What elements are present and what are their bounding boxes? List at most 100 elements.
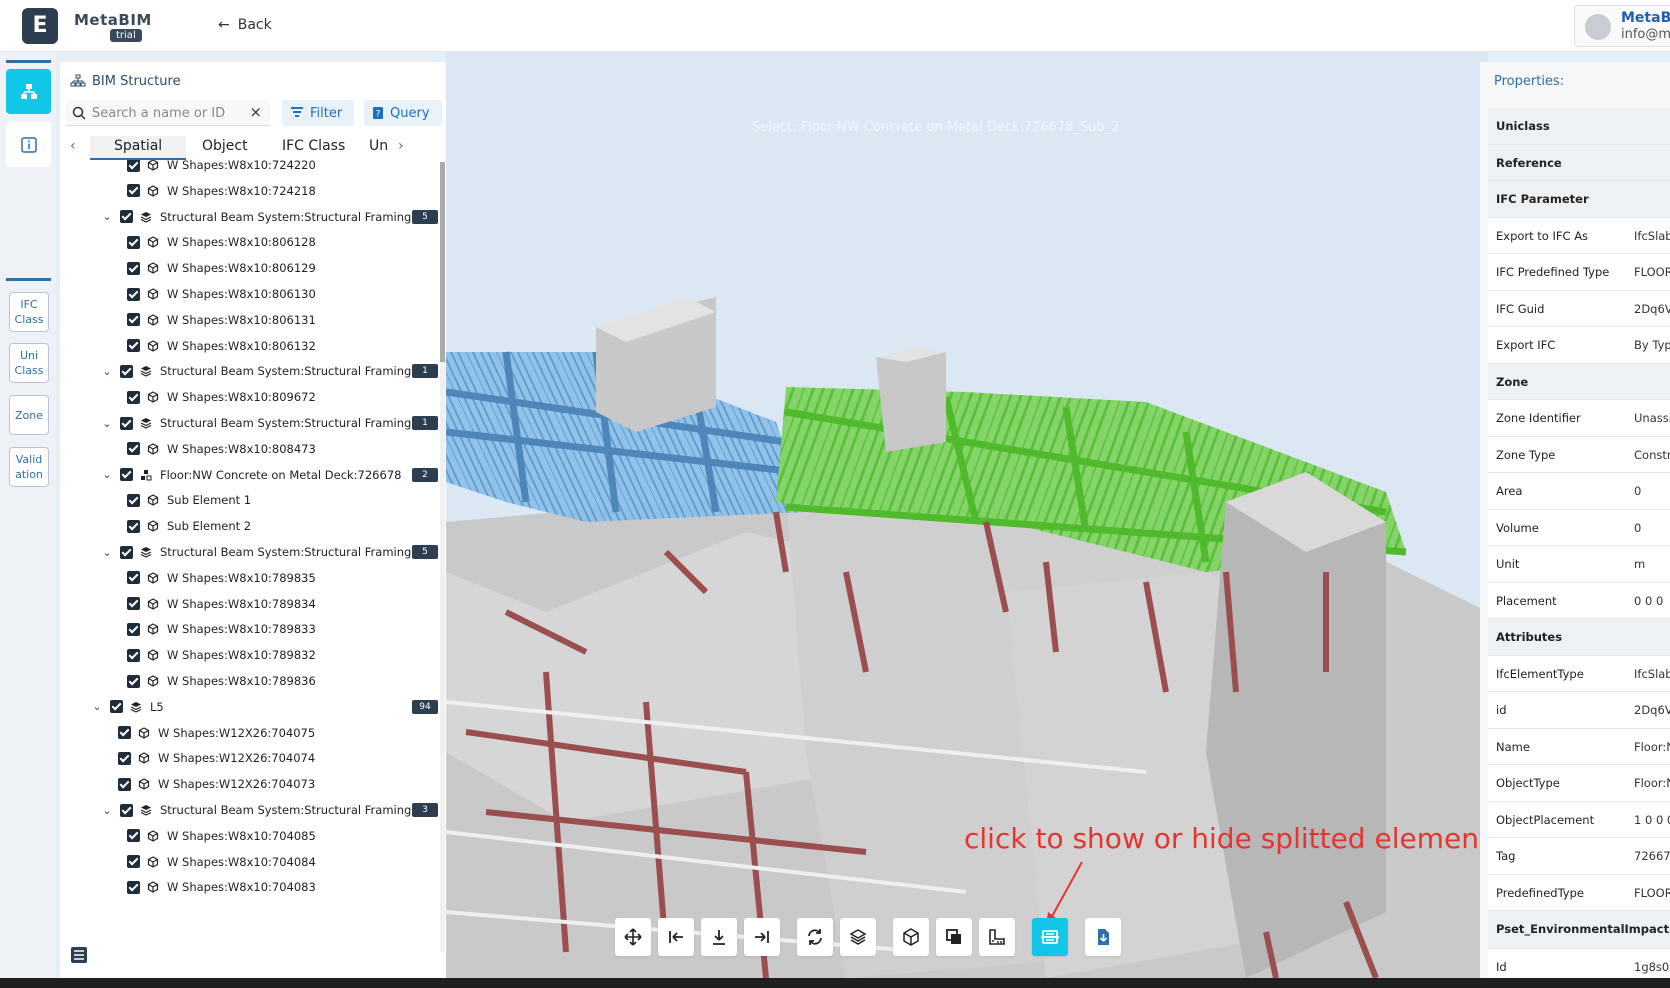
chevron-down-icon[interactable]: ⌄ — [100, 210, 114, 223]
checkbox[interactable] — [110, 700, 123, 714]
ruler-button[interactable] — [979, 918, 1015, 956]
tree-row[interactable]: W Shapes:W12X26:704074 — [118, 745, 438, 771]
checkbox[interactable] — [120, 468, 133, 482]
checkbox[interactable] — [127, 184, 140, 198]
move-button[interactable] — [615, 918, 651, 956]
checkbox[interactable] — [127, 571, 140, 585]
checkbox[interactable] — [118, 726, 131, 740]
property-section-header[interactable]: Pset_EnvironmentalImpactIndicators — [1488, 911, 1670, 949]
tree-row[interactable]: ⌄ Structural Beam System:Structural Frami… — [100, 539, 438, 565]
tab-object[interactable]: Object — [202, 138, 248, 154]
chevron-right-icon[interactable]: › — [398, 138, 404, 154]
logo-icon[interactable]: E — [22, 8, 58, 44]
chevron-down-icon[interactable]: ⌄ — [100, 417, 114, 430]
tree-row[interactable]: ⌄ Floor:NW Concrete on Metal Deck:726678 2 — [100, 462, 438, 488]
tree-row[interactable]: ⌄ Structural Beam System:Structural Frami… — [100, 797, 438, 823]
uni-class-rail-button[interactable]: Uni Class — [9, 343, 49, 383]
tree-scrollbar[interactable] — [440, 162, 445, 952]
checkbox[interactable] — [127, 313, 140, 327]
tree-row[interactable]: W Shapes:W8x10:789836 — [127, 668, 438, 694]
tree-row[interactable]: W Shapes:W8x10:806128 — [127, 229, 438, 255]
checkbox[interactable] — [127, 880, 140, 894]
property-section-header[interactable]: Uniclass — [1488, 108, 1670, 145]
tree-row[interactable]: W Shapes:W8x10:809672 — [127, 384, 438, 410]
layers-button[interactable] — [840, 918, 876, 956]
user-menu[interactable]: MetaBIM info@me — [1574, 5, 1670, 47]
property-section-header[interactable]: Reference — [1488, 144, 1670, 181]
info-rail-button[interactable] — [6, 122, 51, 167]
copy-button[interactable] — [936, 918, 972, 956]
chevron-down-icon[interactable]: ⌄ — [100, 365, 114, 378]
tree-row[interactable]: W Shapes:W8x10:789835 — [127, 565, 438, 591]
checkbox[interactable] — [127, 829, 140, 843]
tree-row[interactable]: W Shapes:W8x10:724218 — [127, 178, 438, 204]
back-button[interactable]: ← Back — [218, 17, 272, 33]
checkbox[interactable] — [127, 622, 140, 636]
tree-row[interactable]: W Shapes:W8x10:806132 — [127, 333, 438, 359]
chevron-down-icon[interactable]: ⌄ — [100, 546, 114, 559]
chevron-down-icon[interactable]: ⌄ — [100, 804, 114, 817]
property-section-header[interactable]: Attributes — [1488, 619, 1670, 656]
zone-rail-button[interactable]: Zone — [9, 395, 49, 435]
checkbox[interactable] — [127, 287, 140, 301]
tree-row[interactable]: W Shapes:W8x10:704085 — [127, 823, 438, 849]
tree-row[interactable]: W Shapes:W8x10:806130 — [127, 281, 438, 307]
search-input[interactable]: Search a name or ID × — [66, 100, 270, 126]
tree-row[interactable]: Sub Element 2 — [127, 513, 438, 539]
tree-row[interactable]: W Shapes:W8x10:704084 — [127, 849, 438, 875]
checkbox[interactable] — [120, 545, 133, 559]
clear-icon[interactable]: × — [249, 103, 262, 121]
tree-row[interactable]: W Shapes:W8x10:808473 — [127, 436, 438, 462]
checkbox[interactable] — [127, 390, 140, 404]
checkbox[interactable] — [127, 493, 140, 507]
tab-uniclass[interactable]: Un — [369, 138, 388, 154]
checkbox[interactable] — [118, 777, 131, 791]
property-section-header[interactable]: IFC Parameter — [1488, 181, 1670, 218]
tree-row[interactable]: ⌄ L5 94 — [90, 694, 438, 720]
first-button[interactable] — [658, 918, 694, 956]
checkbox[interactable] — [127, 442, 140, 456]
chevron-down-icon[interactable]: ⌄ — [100, 468, 114, 481]
cube-view-button[interactable] — [893, 918, 929, 956]
3d-viewer[interactable]: Select: Floor:NW Concrete on Metal Deck:… — [446, 52, 1488, 978]
checkbox[interactable] — [120, 210, 133, 224]
refresh-button[interactable] — [797, 918, 833, 956]
query-button[interactable]: ? Query — [364, 100, 442, 126]
checkbox[interactable] — [127, 674, 140, 688]
filter-button[interactable]: Filter — [282, 100, 354, 126]
checkbox[interactable] — [127, 339, 140, 353]
checkbox[interactable] — [120, 364, 133, 378]
tree-row[interactable]: W Shapes:W12X26:704075 — [118, 720, 438, 746]
tree-row[interactable]: W Shapes:W8x10:724220 — [127, 160, 438, 178]
tab-ifc-class[interactable]: IFC Class — [282, 138, 345, 154]
checkbox[interactable] — [118, 751, 131, 765]
checkbox[interactable] — [127, 597, 140, 611]
tree-row[interactable]: W Shapes:W8x10:789832 — [127, 642, 438, 668]
tree-row[interactable]: ⌄ Structural Beam System:Structural Frami… — [100, 358, 438, 384]
tab-spatial[interactable]: Spatial — [90, 136, 187, 160]
checkbox[interactable] — [127, 648, 140, 662]
chevron-down-icon[interactable]: ⌄ — [90, 700, 104, 713]
export-file-button[interactable] — [1085, 918, 1121, 956]
chevron-left-icon[interactable]: ‹ — [70, 138, 76, 154]
checkbox[interactable] — [127, 235, 140, 249]
tree-row[interactable]: Sub Element 1 — [127, 487, 438, 513]
checkbox[interactable] — [120, 803, 133, 817]
split-element-button[interactable] — [1032, 918, 1068, 956]
scrollbar-thumb[interactable] — [440, 162, 445, 362]
validation-rail-button[interactable]: Valid ation — [9, 447, 49, 487]
ifc-class-rail-button[interactable]: IFC Class — [9, 292, 49, 332]
tree-row[interactable]: W Shapes:W8x10:806131 — [127, 307, 438, 333]
download-button[interactable] — [701, 918, 737, 956]
last-button[interactable] — [744, 918, 780, 956]
tree-row[interactable]: ⌄ Structural Beam System:Structural Frami… — [100, 410, 438, 436]
tree-row[interactable]: W Shapes:W8x10:789834 — [127, 591, 438, 617]
tree-row[interactable]: W Shapes:W12X26:704073 — [118, 771, 438, 797]
checkbox[interactable] — [120, 416, 133, 430]
checkbox[interactable] — [127, 160, 140, 172]
list-view-icon[interactable] — [68, 944, 90, 966]
checkbox[interactable] — [127, 519, 140, 533]
tree-row[interactable]: W Shapes:W8x10:789833 — [127, 616, 438, 642]
tree-row[interactable]: W Shapes:W8x10:704083 — [127, 874, 438, 900]
tree-row[interactable]: W Shapes:W8x10:806129 — [127, 255, 438, 281]
